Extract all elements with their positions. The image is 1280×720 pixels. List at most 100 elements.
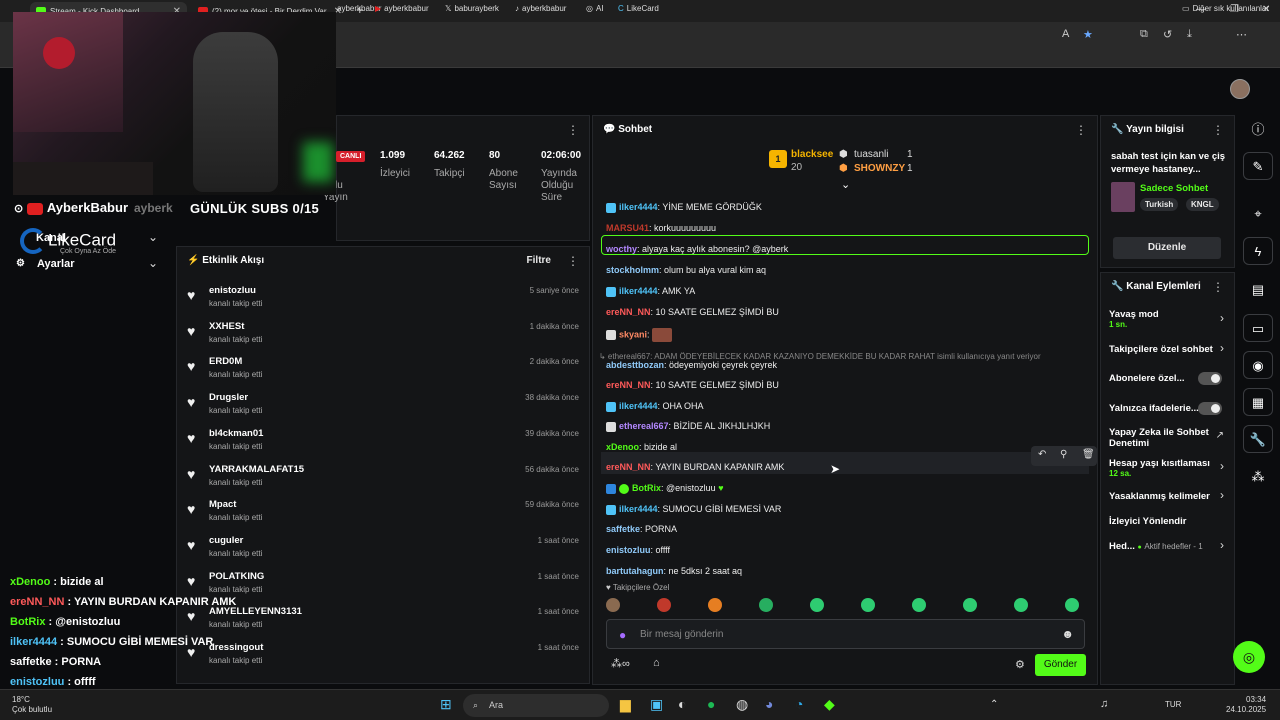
action-slow-mode[interactable]: Yavaş mod 1 sn.	[1109, 309, 1159, 329]
more-options-icon[interactable]: ⋮	[1075, 116, 1087, 144]
activity-row[interactable]: ♥ ERD0M kanalı takip etti 2 dakika önce	[177, 352, 591, 388]
activity-row[interactable]: ♥ Drugsler kanalı takip etti 38 dakika önce	[177, 388, 591, 424]
bookmark-item[interactable]: ▶ ayberkbabur	[375, 4, 429, 13]
favorite-star-icon[interactable]: ★	[1083, 28, 1093, 41]
emote-button[interactable]	[912, 598, 926, 612]
chat-username[interactable]: MARSU41	[606, 223, 649, 233]
more-options-icon[interactable]: ⋮	[567, 247, 579, 275]
clock[interactable]: 03:34 24.10.2025	[1226, 695, 1266, 715]
chat-message[interactable]: ereNN_NN: YAYIN BURDAN KAPANIR AMK	[606, 462, 784, 472]
discord-icon[interactable]: ◕	[765, 696, 773, 712]
chat-username[interactable]: wocthy	[606, 244, 637, 254]
chat-message[interactable]: wocthy: alyaya kaç aylık abonesin? @aybe…	[606, 244, 788, 254]
chat-username[interactable]: ilker4444	[619, 202, 658, 212]
obs-icon[interactable]: ◍	[736, 696, 748, 713]
chat-message[interactable]: BotRix: @enistozluu ♥	[606, 483, 724, 494]
tray-chevron-icon[interactable]: ⌃	[990, 699, 998, 710]
emote-button[interactable]	[963, 598, 977, 612]
read-aloud-icon[interactable]: A	[1062, 28, 1069, 40]
chat-message[interactable]: skyani:	[606, 328, 675, 342]
chat-username[interactable]: ereNN_NN	[606, 380, 651, 390]
support-button[interactable]: ◎	[1233, 641, 1265, 673]
chat-username[interactable]: ereNN_NN	[606, 462, 651, 472]
chevron-right-icon[interactable]: ›	[1220, 341, 1224, 355]
delete-icon[interactable]: 🗑	[1082, 449, 1095, 460]
chat-username[interactable]: ereNN_NN	[606, 307, 651, 317]
chevron-down-icon[interactable]: ⌄	[148, 256, 158, 270]
chevron-right-icon[interactable]: ›	[1220, 538, 1224, 552]
external-link-icon[interactable]: ↗	[1216, 430, 1224, 441]
chat-message[interactable]: bartutahagun: ne 5dksı 2 saat aq	[606, 566, 742, 576]
action-raid[interactable]: İzleyici Yönlendir	[1109, 516, 1186, 527]
filter-button[interactable]: Filtre	[527, 255, 551, 266]
edit-button[interactable]: Düzenle	[1113, 237, 1221, 259]
chat-username[interactable]: skyani	[619, 329, 647, 339]
activity-row[interactable]: ♥ POLATKING kanalı takip etti 1 saat önce	[177, 567, 591, 603]
kick-coins-icon[interactable]: ⁂∞	[611, 657, 630, 670]
activity-row[interactable]: ♥ AMYELLEYENN3131 kanalı takip etti 1 saat …	[177, 602, 591, 638]
reply-icon[interactable]: ↶	[1038, 449, 1046, 460]
bookmark-item[interactable]: 𝕏baburayberk	[445, 4, 499, 13]
chat-message[interactable]: ereNN_NN: 10 SAATE GELMEZ ŞİMDİ BU	[606, 307, 779, 317]
steam-icon[interactable]: ◐	[678, 696, 686, 712]
wrench-icon[interactable]: 🔧	[1243, 425, 1273, 453]
activity-row[interactable]: ♥ enistozluu kanalı takip etti 5 saniye önc…	[177, 281, 591, 317]
activity-row[interactable]: ♥ dressingout kanalı takip etti 1 saat önce	[177, 638, 591, 674]
taskbar-search[interactable]: ⌕ Ara	[463, 694, 609, 717]
activity-row[interactable]: ♥ bl4ckman01 kanalı takip etti 39 dakika ön…	[177, 424, 591, 460]
chat-message[interactable]: enistozluu: offff	[606, 545, 670, 555]
chat-icon[interactable]: ▭	[1243, 314, 1273, 342]
more-options-icon[interactable]: ⋮	[1212, 273, 1224, 301]
activity-row[interactable]: ♥ XXHESt kanalı takip etti 1 dakika önce	[177, 317, 591, 353]
bookmark-item[interactable]: ◎ AI	[586, 4, 604, 13]
history-icon[interactable]: ↺	[1163, 28, 1172, 41]
emote-button[interactable]	[1065, 598, 1079, 612]
other-bookmarks[interactable]: ▭ Diğer sık kullanılanlar	[1182, 4, 1269, 13]
chat-username[interactable]: saffetke	[606, 524, 640, 534]
download-icon[interactable]: ⤓	[1187, 28, 1192, 41]
chat-username[interactable]: stockholmm	[606, 265, 659, 275]
emote-button[interactable]	[759, 598, 773, 612]
edge-icon[interactable]: ◔	[795, 696, 803, 712]
kick-app-icon[interactable]: ◆	[824, 696, 835, 713]
bookmark-item[interactable]: C LikeCard	[618, 4, 659, 13]
action-banned-words[interactable]: Yasaklanmış kelimeler	[1109, 491, 1210, 502]
action-emotes-only[interactable]: Yalnızca ifadelerie...	[1109, 403, 1199, 414]
mic-icon[interactable]: ●	[619, 628, 626, 642]
store-icon[interactable]: ▣	[650, 696, 663, 713]
volume-icon[interactable]: ♫	[1100, 698, 1108, 710]
lightning-icon[interactable]: ϟ	[1243, 237, 1273, 265]
chat-message[interactable]: MARSU41: korkuuuuuuuuu	[606, 223, 716, 233]
chat-username[interactable]: xDenoo	[606, 442, 639, 452]
more-options-icon[interactable]: ⋮	[1212, 116, 1224, 144]
chat-username[interactable]: enistozluu	[606, 545, 651, 555]
sidebar-item-ayarlar[interactable]: Ayarlar	[37, 258, 75, 270]
windows-start-icon[interactable]: ⊞	[440, 696, 452, 713]
send-button[interactable]: Gönder	[1035, 654, 1086, 676]
emotes-only-toggle[interactable]	[1198, 402, 1222, 415]
emote-button[interactable]	[606, 598, 620, 612]
extensions-icon[interactable]: ⧉	[1140, 28, 1148, 41]
emote-button[interactable]	[657, 598, 671, 612]
emote-button[interactable]	[810, 598, 824, 612]
activity-row[interactable]: ♥ cuguler kanalı takip etti 1 saat önce	[177, 531, 591, 567]
chat-message[interactable]: ilker4444: SUMOCU GİBİ MEMESİ VAR	[606, 504, 781, 515]
more-options-icon[interactable]: ⋮	[567, 116, 579, 144]
store-icon[interactable]: ⌂	[653, 657, 660, 669]
chat-message[interactable]: saffetke: PORNA	[606, 524, 677, 534]
users-icon[interactable]: ⁂	[1243, 463, 1273, 491]
activity-row[interactable]: ♥ YARRAKMALAFAT15 kanalı takip etti 56 daki…	[177, 460, 591, 496]
action-subs-only[interactable]: Abonelere özel...	[1109, 373, 1185, 384]
expand-icon[interactable]: ⌄	[841, 178, 850, 191]
chat-input[interactable]: ● Bir mesaj gönderin ☻	[606, 619, 1085, 649]
emoji-icon[interactable]: ☻	[1061, 627, 1074, 641]
chat-username[interactable]: ethereal667	[619, 421, 669, 431]
chat-username[interactable]: BotRix	[632, 483, 661, 493]
chevron-right-icon[interactable]: ›	[1220, 311, 1224, 325]
chat-username[interactable]: ilker4444	[619, 401, 658, 411]
chevron-down-icon[interactable]: ⌄	[148, 230, 158, 244]
chat-message[interactable]: abdesttbozan: ödeyemiyoki çeyrek çeyrek	[606, 360, 777, 370]
subs-only-toggle[interactable]	[1198, 372, 1222, 385]
action-ai-moderation[interactable]: Yapay Zeka ile Sohbet Denetimi	[1109, 427, 1219, 449]
emote-button[interactable]	[708, 598, 722, 612]
